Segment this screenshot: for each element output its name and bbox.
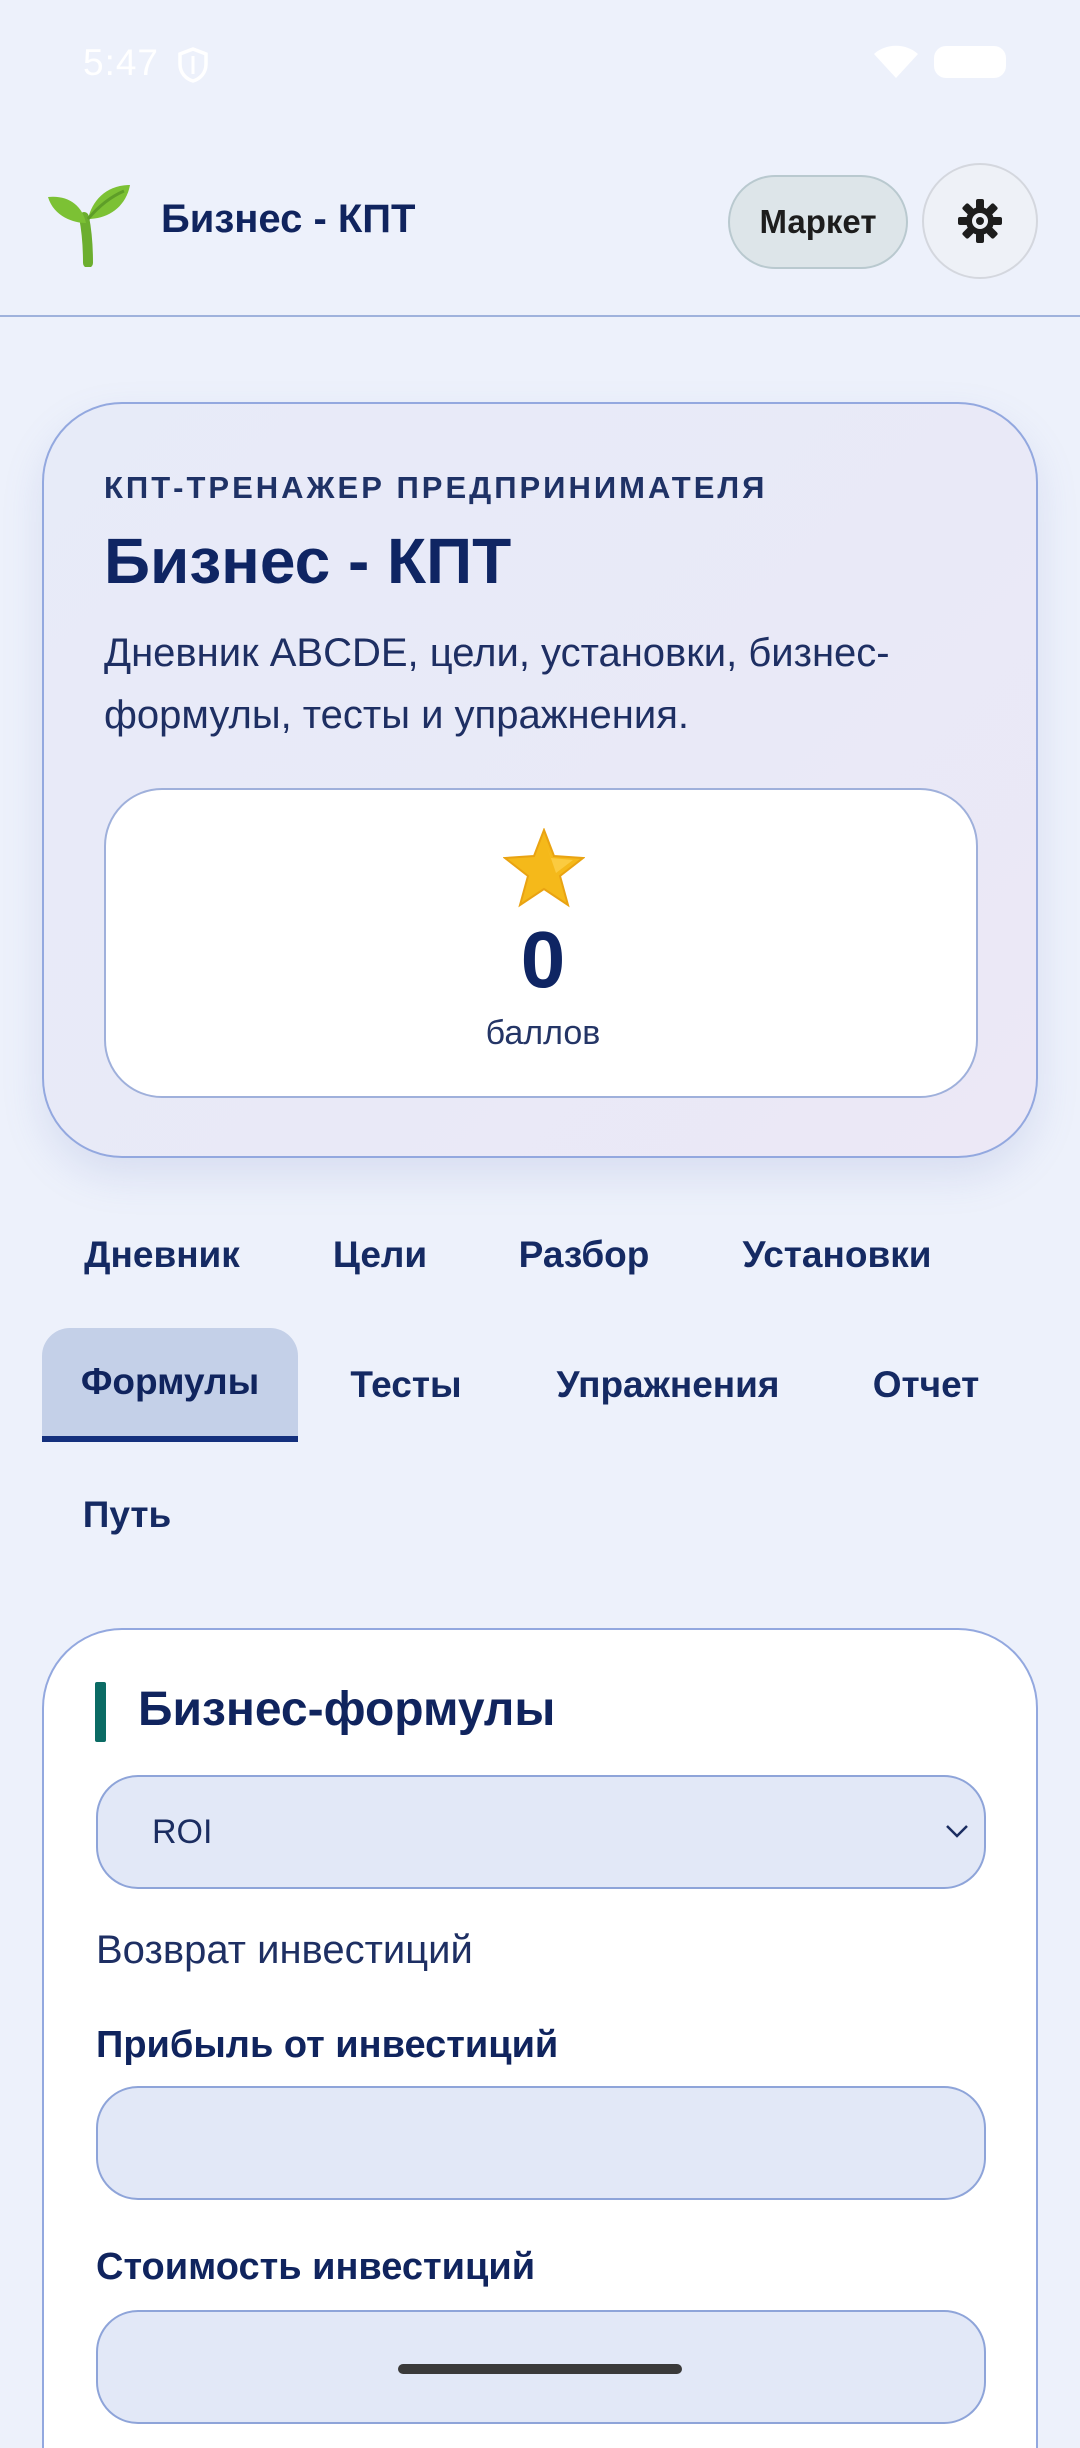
wifi-icon (874, 45, 918, 78)
hero-description: Дневник ABCDE, цели, установки, бизнес-ф… (104, 631, 890, 737)
tab-formulas[interactable]: Формулы (42, 1328, 298, 1442)
home-indicator[interactable] (398, 2364, 682, 2374)
tab-tests[interactable]: Тесты (330, 1328, 482, 1442)
settings-button[interactable] (922, 163, 1038, 279)
tab-analysis[interactable]: Разбор (498, 1198, 670, 1312)
formula-description: Возврат инвестиций (96, 1928, 473, 1972)
tab-goals[interactable]: Цели (310, 1198, 450, 1312)
section-accent-bar (95, 1682, 106, 1742)
score-box: 0 баллов (104, 788, 978, 1098)
gear-icon (958, 199, 1002, 243)
tab-diary[interactable]: Дневник (62, 1198, 262, 1312)
app-bar: Бизнес - КПТ Маркет (0, 125, 1080, 317)
profit-input[interactable] (96, 2086, 986, 2200)
sprout-icon (48, 185, 130, 267)
app-title: Бизнес - КПТ (161, 197, 416, 241)
profit-field-label: Прибыль от инвестиций (96, 2024, 559, 2066)
shield-icon (178, 47, 208, 83)
tab-exercises[interactable]: Упражнения (540, 1328, 796, 1442)
score-value: 0 (520, 915, 566, 1004)
market-button[interactable]: Маркет (728, 175, 908, 269)
hero-eyebrow: КПТ-ТРЕНАЖЕР ПРЕДПРИНИМАТЕЛЯ (104, 470, 768, 505)
tab-path[interactable]: Путь (62, 1458, 192, 1572)
status-bar: 5:47 (0, 0, 1080, 125)
hero-card: КПТ-ТРЕНАЖЕР ПРЕДПРИНИМАТЕЛЯ Бизнес - КП… (42, 402, 1038, 1158)
chevron-down-icon (946, 1825, 968, 1838)
section-title: Бизнес-формулы (138, 1683, 556, 1736)
cost-field-label: Стоимость инвестиций (96, 2246, 536, 2288)
score-label: баллов (485, 1014, 601, 1052)
tab-report[interactable]: Отчет (852, 1328, 1000, 1442)
star-icon (503, 828, 585, 908)
formula-card: Бизнес-формулы ROI Возврат инвестиций Пр… (42, 1628, 1038, 2448)
tab-beliefs[interactable]: Установки (720, 1198, 954, 1312)
formula-select-value: ROI (152, 1813, 213, 1851)
battery-icon (934, 46, 1006, 78)
formula-select[interactable]: ROI (96, 1775, 986, 1889)
status-time: 5:47 (83, 42, 160, 83)
hero-title: Бизнес - КПТ (104, 525, 512, 597)
